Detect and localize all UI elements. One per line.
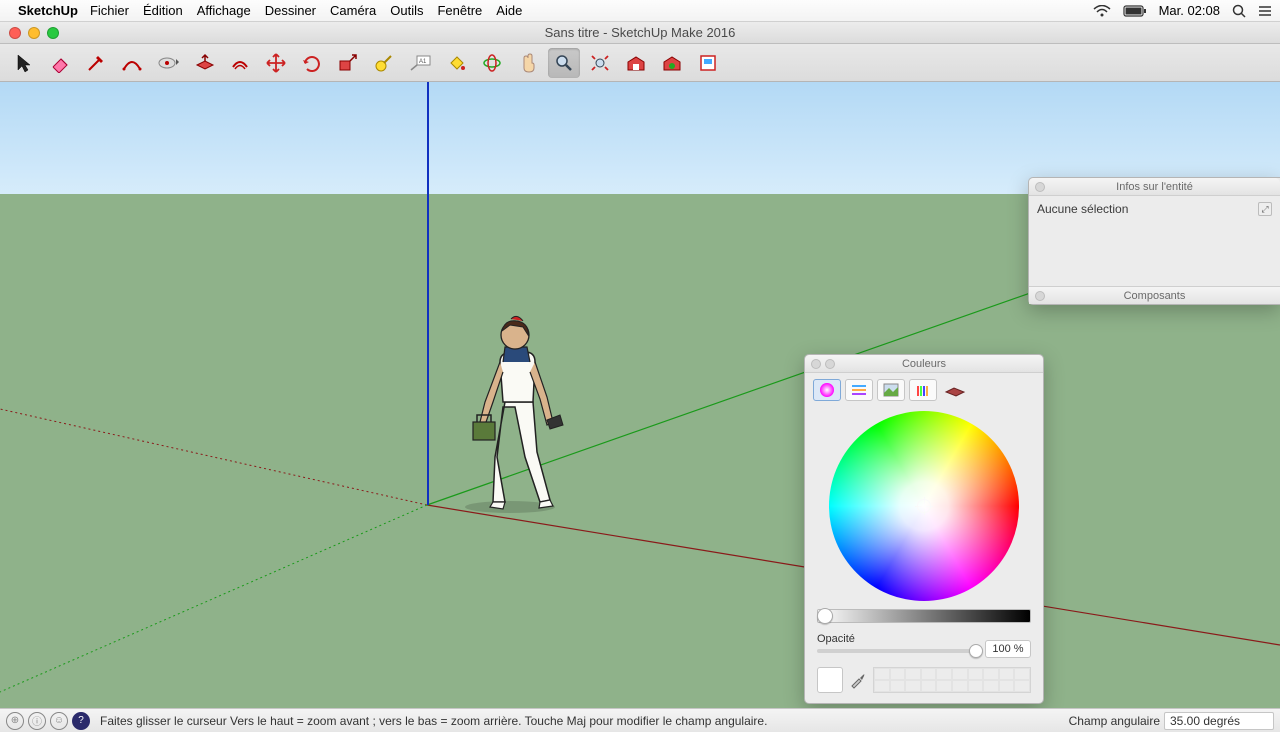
menu-tools[interactable]: Outils <box>390 3 423 18</box>
current-color-swatch[interactable] <box>817 667 843 693</box>
user-icon[interactable]: ☺ <box>50 712 68 730</box>
tool-pan[interactable] <box>512 48 544 78</box>
color-tab-crayons[interactable] <box>909 379 937 401</box>
measurement-field[interactable]: 35.00 degrés <box>1164 712 1274 730</box>
components-title: Composants <box>1124 290 1186 302</box>
colors-panel[interactable]: Couleurs Opacité 100 % <box>804 354 1044 704</box>
measurement-label: Champ angulaire <box>1069 714 1160 728</box>
window-zoom-button[interactable] <box>47 27 59 39</box>
scale-figure[interactable] <box>455 307 595 517</box>
app-menu[interactable]: SketchUp <box>18 3 78 18</box>
color-tab-materials[interactable] <box>941 379 969 401</box>
color-tab-image[interactable] <box>877 379 905 401</box>
menu-view[interactable]: Affichage <box>197 3 251 18</box>
tool-tape-measure[interactable] <box>368 48 400 78</box>
model-viewport[interactable]: Infos sur l'entité Aucune sélection ⤢ Co… <box>0 82 1280 708</box>
opacity-slider[interactable] <box>817 649 976 653</box>
menu-camera[interactable]: Caméra <box>330 3 376 18</box>
menu-window[interactable]: Fenêtre <box>437 3 482 18</box>
color-tab-wheel[interactable] <box>813 379 841 401</box>
tool-zoom[interactable] <box>548 48 580 78</box>
window-title: Sans titre - SketchUp Make 2016 <box>0 25 1280 40</box>
entity-info-panel[interactable]: Infos sur l'entité Aucune sélection ⤢ Co… <box>1028 177 1280 305</box>
menu-help[interactable]: Aide <box>496 3 522 18</box>
tool-scale[interactable] <box>332 48 364 78</box>
status-bar: ⊕ ⓘ ☺ ? Faites glisser le curseur Vers l… <box>0 708 1280 732</box>
status-hint: Faites glisser le curseur Vers le haut =… <box>100 714 767 728</box>
main-toolbar: A1 <box>0 44 1280 82</box>
tool-select[interactable] <box>8 48 40 78</box>
menu-file[interactable]: Fichier <box>90 3 129 18</box>
entity-expand-button[interactable]: ⤢ <box>1258 202 1272 216</box>
entity-info-title: Infos sur l'entité <box>1116 181 1193 193</box>
color-tab-sliders[interactable] <box>845 379 873 401</box>
battery-icon[interactable] <box>1123 5 1147 17</box>
svg-text:A1: A1 <box>419 59 427 65</box>
tool-shapes[interactable] <box>152 48 184 78</box>
tool-rotate[interactable] <box>296 48 328 78</box>
color-swatches-grid[interactable] <box>873 667 1031 693</box>
panel-minimize-icon[interactable] <box>825 359 835 369</box>
tool-eraser[interactable] <box>44 48 76 78</box>
menu-edit[interactable]: Édition <box>143 3 183 18</box>
tool-arc[interactable] <box>116 48 148 78</box>
help-icon[interactable]: ? <box>72 712 90 730</box>
notification-center-icon[interactable] <box>1258 5 1272 17</box>
colors-title: Couleurs <box>902 358 946 370</box>
panel-close-icon[interactable] <box>1035 182 1045 192</box>
tool-line[interactable] <box>80 48 112 78</box>
credits-icon[interactable]: ⓘ <box>28 712 46 730</box>
tool-layout[interactable] <box>692 48 724 78</box>
tool-paint-bucket[interactable] <box>440 48 472 78</box>
opacity-value[interactable]: 100 % <box>985 640 1031 658</box>
window-titlebar[interactable]: Sans titre - SketchUp Make 2016 <box>0 22 1280 44</box>
menu-draw[interactable]: Dessiner <box>265 3 316 18</box>
brightness-knob[interactable] <box>817 608 833 624</box>
tool-extension-warehouse[interactable] <box>656 48 688 78</box>
spotlight-icon[interactable] <box>1232 4 1246 18</box>
wifi-icon[interactable] <box>1093 5 1111 17</box>
tool-push-pull[interactable] <box>188 48 220 78</box>
opacity-knob[interactable] <box>969 644 983 658</box>
axes <box>0 82 1280 708</box>
tool-offset[interactable] <box>224 48 256 78</box>
menubar-clock[interactable]: Mar. 02:08 <box>1159 3 1220 18</box>
axis-z <box>427 82 429 505</box>
color-wheel[interactable] <box>829 411 1019 601</box>
eyedropper-icon[interactable] <box>849 671 867 689</box>
window-close-button[interactable] <box>9 27 21 39</box>
mac-menubar: SketchUp Fichier Édition Affichage Dessi… <box>0 0 1280 22</box>
tool-3d-warehouse[interactable] <box>620 48 652 78</box>
window-minimize-button[interactable] <box>28 27 40 39</box>
tool-orbit[interactable] <box>476 48 508 78</box>
panel-close-icon[interactable] <box>811 359 821 369</box>
tool-text[interactable]: A1 <box>404 48 436 78</box>
tool-move[interactable] <box>260 48 292 78</box>
color-wheel-marker[interactable] <box>917 499 931 513</box>
components-panel-header[interactable]: Composants <box>1029 286 1280 304</box>
geo-location-icon[interactable]: ⊕ <box>6 712 24 730</box>
entity-info-body: Aucune sélection <box>1037 202 1128 216</box>
tool-zoom-extents[interactable] <box>584 48 616 78</box>
brightness-slider[interactable] <box>817 609 1031 623</box>
